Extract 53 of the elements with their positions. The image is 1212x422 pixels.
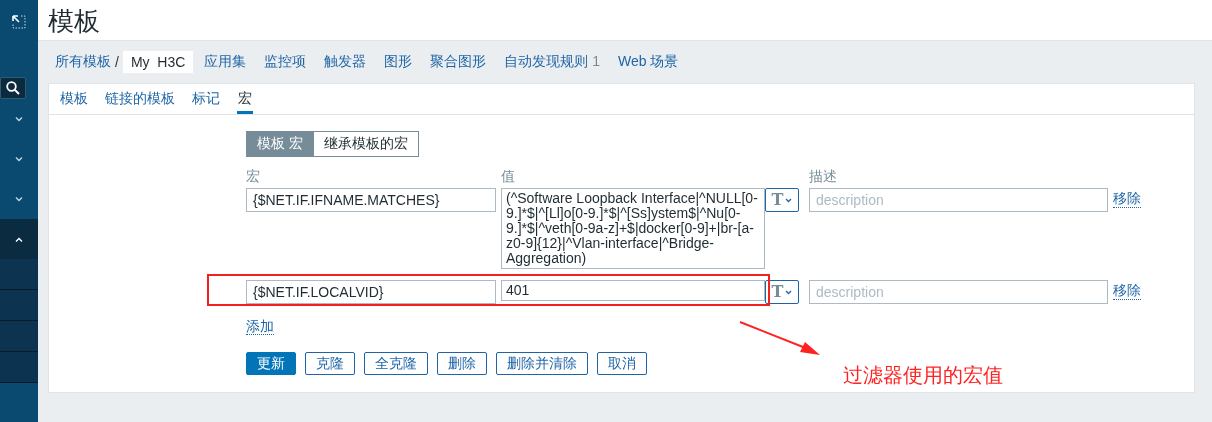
- remove-link[interactable]: 移除: [1113, 282, 1141, 300]
- type-button[interactable]: T: [765, 188, 799, 212]
- page-title: 模板: [48, 5, 100, 38]
- chevron-down-icon: [15, 196, 23, 202]
- chevron-down-icon: [15, 156, 23, 162]
- nav-link[interactable]: 聚合图形: [430, 53, 487, 71]
- action-button[interactable]: 全克隆: [364, 352, 428, 375]
- nav-link[interactable]: 触发器: [324, 53, 367, 71]
- tab[interactable]: 标记: [192, 84, 220, 114]
- annotation-text: 过滤器使用的宏值: [843, 363, 1003, 388]
- chevron-down-icon: [15, 116, 23, 122]
- count-label: 1: [592, 53, 601, 69]
- description-field[interactable]: description: [809, 188, 1108, 212]
- value-field[interactable]: 401: [501, 280, 765, 301]
- nav-link[interactable]: 自动发现规则 1: [504, 53, 601, 71]
- action-button[interactable]: 删除: [437, 352, 487, 375]
- tab[interactable]: 模板: [60, 84, 88, 114]
- remove-link[interactable]: 移除: [1113, 190, 1141, 208]
- breadcrumb-separator: /: [115, 54, 119, 70]
- tab[interactable]: 链接的模板: [105, 84, 175, 114]
- breadcrumb-current[interactable]: My H3C: [122, 51, 194, 73]
- chevron-up-icon: [15, 236, 23, 242]
- sidebar-section[interactable]: [0, 219, 38, 259]
- toggle-button[interactable]: 模板 宏: [246, 131, 314, 157]
- toggle-button[interactable]: 继承模板的宏: [313, 131, 419, 157]
- sidebar-item[interactable]: [0, 352, 38, 383]
- type-button[interactable]: T: [765, 280, 799, 304]
- column-header: 描述: [809, 169, 838, 183]
- sidebar-item[interactable]: [0, 259, 38, 290]
- nav-link[interactable]: Web 场景: [618, 53, 679, 71]
- value-field[interactable]: (^Software Loopback Interface|^NULL[0-9.]*$|^[Ll]o[0-9.]*$|^[Ss]ystem$|^Nu[0-9.]*$|^veth[0-9a-z]+$|docker[0-9]+|br-[a-z0-9]{12}|^Vlan-interface|^Bridge-Aggregation): [501, 188, 765, 269]
- nav-link[interactable]: 应用集: [204, 53, 247, 71]
- sidebar-item[interactable]: [0, 290, 38, 321]
- caret-icon: [785, 290, 793, 295]
- caret-icon: [785, 198, 793, 203]
- column-header: 值: [501, 169, 516, 183]
- tab[interactable]: 宏: [237, 84, 253, 114]
- search-icon: [6, 81, 20, 95]
- nav-link[interactable]: 图形: [384, 53, 413, 71]
- search-button[interactable]: [0, 77, 26, 99]
- sidebar-item[interactable]: [0, 321, 38, 352]
- macro-field[interactable]: {$NET.IF.LOCALVID}: [246, 280, 496, 304]
- collapse-icon[interactable]: [12, 15, 26, 29]
- action-button[interactable]: 删除并清除: [496, 352, 588, 375]
- action-button[interactable]: 取消: [597, 352, 647, 375]
- column-header: 宏: [246, 169, 261, 183]
- update-button[interactable]: 更新: [246, 352, 296, 375]
- nav-link[interactable]: 监控项: [264, 53, 307, 71]
- breadcrumb-link[interactable]: 所有模板: [55, 53, 111, 71]
- macro-field[interactable]: {$NET.IF.IFNAME.MATCHES}: [246, 188, 496, 212]
- action-button[interactable]: 克隆: [305, 352, 355, 375]
- add-link[interactable]: 添加: [246, 318, 274, 335]
- description-field[interactable]: description: [809, 280, 1108, 304]
